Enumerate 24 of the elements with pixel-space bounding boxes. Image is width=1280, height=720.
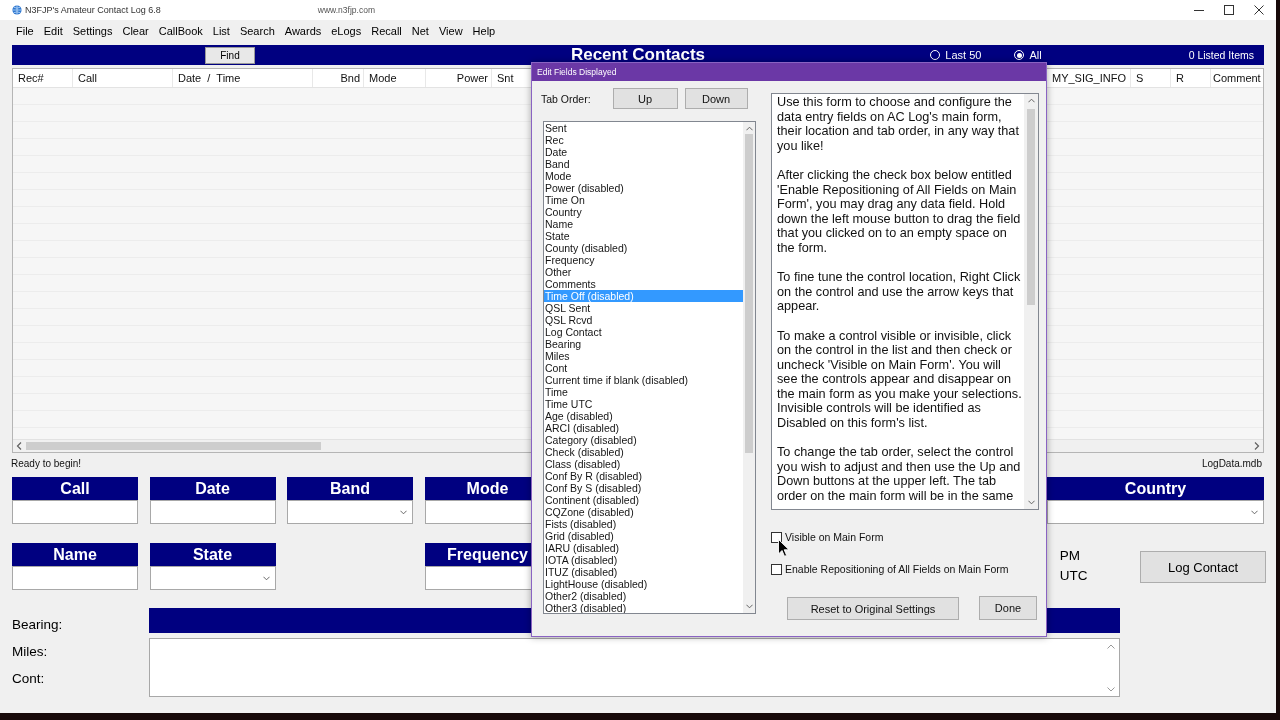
- status-message: Ready to begin!: [11, 457, 82, 469]
- info-label: Miles:: [12, 643, 49, 661]
- time-period: PM: [1059, 547, 1081, 565]
- window-title: N3FJP's Amateur Contact Log 6.8: [25, 5, 161, 15]
- field-label: Band: [287, 477, 413, 500]
- field-label: State: [149, 543, 276, 566]
- field-label: Name: [12, 543, 138, 566]
- database-name: LogData.mdb: [1201, 457, 1262, 469]
- help-paragraph: Use this form to choose and configure the data entry fields on AC Log's main form, their location and tab order, in any way that you like!: [777, 95, 1020, 154]
- tab-order-label: Tab Order:: [541, 92, 591, 105]
- time-zone: UTC: [1059, 567, 1088, 585]
- help-paragraph: To change the tab order, select the control you wish to adjust and then use the Up and Down buttons at the upper left. The tab order on the main form will be in the same: [777, 445, 1022, 504]
- field-label: Date: [149, 477, 276, 500]
- info-label: Bearing:: [12, 616, 64, 634]
- header-title: Recent Contacts: [570, 45, 706, 65]
- dialog-title: Edit Fields Displayed: [537, 67, 617, 77]
- help-paragraph: To make a control visible or invisible, click on the control in the list and then check or uncheck 'Visible on Main Form'. You will see the controls appear and disappear on the main form as you make your selections. Invisible controls will be identified as Disabled on this form's list.: [777, 328, 1023, 431]
- field-label: Call: [12, 477, 138, 500]
- listed-count: 0 Listed Items: [1188, 49, 1254, 61]
- info-label: Cont:: [12, 670, 46, 688]
- field-label: Country: [1047, 477, 1264, 500]
- window-url: www.n3fjp.com: [317, 5, 375, 15]
- help-paragraph: After clicking the check box below entitled 'Enable Repositioning of All Fields on Main Form', you may drag any data field. Hold down the left mouse button to drag the field that you clicked on to an empty space on the form.: [777, 167, 1022, 256]
- help-paragraph: To fine tune the control location, Right Click on the control and use the arrow keys that appear.: [777, 270, 1022, 314]
